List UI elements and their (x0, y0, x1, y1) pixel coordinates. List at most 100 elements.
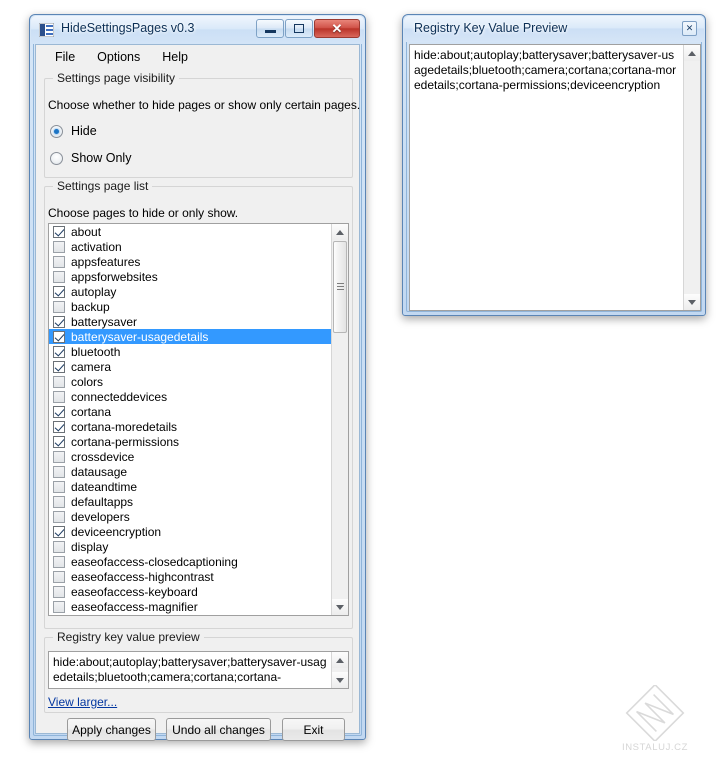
list-item[interactable]: crossdevice (49, 449, 331, 464)
radio-show-only-label: Show Only (71, 151, 132, 165)
radio-show-only[interactable]: Show Only (50, 151, 131, 165)
checkbox-checked-icon[interactable] (53, 405, 65, 418)
list-item[interactable]: easeofaccess-keyboard (49, 584, 331, 599)
list-item[interactable]: autoplay (49, 284, 331, 299)
list-item[interactable]: batterysaver-usagedetails (49, 329, 331, 344)
scroll-up-button[interactable] (332, 224, 348, 240)
checkbox-unchecked-icon[interactable] (53, 540, 65, 553)
checkbox-checked-icon[interactable] (53, 315, 65, 328)
list-item[interactable]: activation (49, 239, 331, 254)
list-item[interactable]: bluetooth (49, 344, 331, 359)
list-item-label: display (71, 539, 109, 554)
checkbox-checked-icon[interactable] (53, 360, 65, 373)
list-item[interactable]: datausage (49, 464, 331, 479)
checkbox-checked-icon[interactable] (53, 285, 65, 298)
checkbox-checked-icon[interactable] (53, 420, 65, 433)
checkbox-unchecked-icon[interactable] (53, 585, 65, 598)
list-item[interactable]: defaultapps (49, 494, 331, 509)
list-item-label: appsfeatures (71, 254, 141, 269)
checkbox-unchecked-icon[interactable] (53, 300, 65, 313)
screenshot-root: HideSettingsPages v0.3 ✕ File Options He… (0, 0, 719, 768)
list-item[interactable]: appsforwebsites (49, 269, 331, 284)
preview-window-value: hide:about;autoplay;batterysaver;battery… (414, 48, 677, 92)
main-window-title: HideSettingsPages v0.3 (61, 21, 195, 35)
list-item-label: autoplay (71, 284, 117, 299)
checkbox-checked-icon[interactable] (53, 525, 65, 538)
scroll-down-button[interactable] (332, 599, 348, 615)
settings-pages-listbox[interactable]: about activation appsfeatures appsforwebsit… (48, 223, 349, 616)
list-item[interactable]: appsfeatures (49, 254, 331, 269)
main-window-titlebar[interactable]: HideSettingsPages v0.3 ✕ (31, 16, 364, 44)
checkbox-unchecked-icon[interactable] (53, 255, 65, 268)
preview-window-titlebar[interactable]: Registry Key Value Preview ✕ (404, 16, 704, 42)
checkbox-unchecked-icon[interactable] (53, 555, 65, 568)
checkbox-checked-icon[interactable] (53, 345, 65, 358)
checkbox-unchecked-icon[interactable] (53, 375, 65, 388)
main-window: HideSettingsPages v0.3 ✕ File Options He… (29, 14, 366, 741)
list-item[interactable]: dateandtime (49, 479, 331, 494)
minimize-icon (264, 30, 276, 33)
list-item[interactable]: easeofaccess-closedcaptioning (49, 554, 331, 569)
scrollbar-thumb[interactable] (333, 241, 347, 333)
radio-hide[interactable]: Hide (50, 124, 97, 138)
checkbox-unchecked-icon[interactable] (53, 450, 65, 463)
preview-scroll-up-button[interactable] (332, 652, 348, 668)
preview-window-scrollbar[interactable] (683, 45, 700, 310)
list-item[interactable]: colors (49, 374, 331, 389)
checkbox-unchecked-icon[interactable] (53, 570, 65, 583)
list-item[interactable]: connecteddevices (49, 389, 331, 404)
list-item[interactable]: deviceencryption (49, 524, 331, 539)
menu-item-help[interactable]: Help (151, 47, 199, 67)
preview-scroll-down-button[interactable] (332, 672, 348, 688)
checkbox-unchecked-icon[interactable] (53, 270, 65, 283)
checkbox-unchecked-icon[interactable] (53, 465, 65, 478)
chevron-down-icon (336, 604, 344, 610)
preview-window-close-button[interactable]: ✕ (682, 21, 697, 36)
list-item[interactable]: easeofaccess-magnifier (49, 599, 331, 614)
list-item[interactable]: easeofaccess-highcontrast (49, 569, 331, 584)
exit-button[interactable]: Exit (282, 718, 345, 741)
list-item[interactable]: cortana-moredetails (49, 419, 331, 434)
list-item[interactable]: backup (49, 299, 331, 314)
registry-preview-value: hide:about;autoplay;batterysaver;battery… (53, 655, 327, 684)
registry-preview-textbox[interactable]: hide:about;autoplay;batterysaver;battery… (48, 651, 349, 689)
preview-window-scroll-down-button[interactable] (684, 294, 700, 310)
view-larger-link[interactable]: View larger... (48, 695, 117, 709)
registry-preview-scrollbar[interactable] (331, 652, 348, 688)
listbox-scrollbar[interactable] (331, 224, 348, 615)
list-item-label: activation (71, 239, 122, 254)
list-item-label: cortana-moredetails (71, 419, 178, 434)
preview-window-textbox[interactable]: hide:about;autoplay;batterysaver;battery… (409, 44, 701, 311)
minimize-button[interactable] (256, 19, 284, 38)
list-item[interactable]: display (49, 539, 331, 554)
chevron-down-icon (688, 299, 696, 305)
list-item[interactable]: developers (49, 509, 331, 524)
list-item-label: crossdevice (71, 449, 135, 464)
undo-all-changes-button[interactable]: Undo all changes (166, 718, 271, 741)
checkbox-checked-icon[interactable] (53, 435, 65, 448)
list-item-label: easeofaccess-closedcaptioning (71, 554, 238, 569)
checkbox-checked-icon[interactable] (53, 330, 65, 343)
close-button[interactable]: ✕ (314, 19, 360, 38)
checkbox-unchecked-icon[interactable] (53, 510, 65, 523)
checkbox-unchecked-icon[interactable] (53, 600, 65, 613)
list-item[interactable]: camera (49, 359, 331, 374)
checkbox-checked-icon[interactable] (53, 225, 65, 238)
visibility-group-legend: Settings page visibility (53, 71, 180, 85)
checkbox-unchecked-icon[interactable] (53, 495, 65, 508)
chevron-up-icon (336, 657, 344, 663)
list-item[interactable]: about (49, 224, 331, 239)
list-item[interactable]: batterysaver (49, 314, 331, 329)
apply-changes-button[interactable]: Apply changes (67, 718, 156, 741)
checkbox-unchecked-icon[interactable] (53, 480, 65, 493)
list-item-label: batterysaver (71, 314, 138, 329)
checkbox-unchecked-icon[interactable] (53, 240, 65, 253)
list-item[interactable]: cortana (49, 404, 331, 419)
list-item[interactable]: cortana-permissions (49, 434, 331, 449)
menu-item-file[interactable]: File (44, 47, 86, 67)
list-item-label: cortana-permissions (71, 434, 180, 449)
menu-item-options[interactable]: Options (86, 47, 151, 67)
maximize-button[interactable] (285, 19, 313, 38)
preview-window-scroll-up-button[interactable] (684, 45, 700, 61)
checkbox-unchecked-icon[interactable] (53, 390, 65, 403)
